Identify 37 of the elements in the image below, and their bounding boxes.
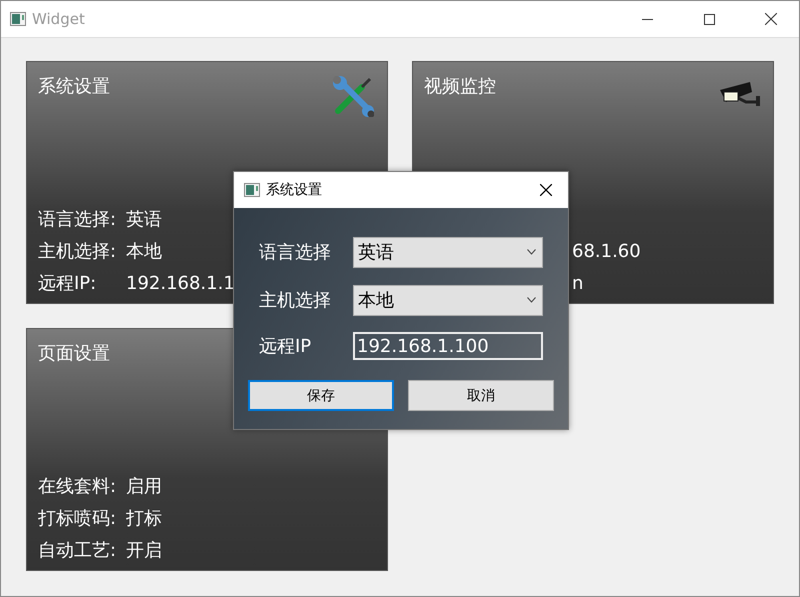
field-label: 远程IP xyxy=(259,335,312,358)
dropdown[interactable]: 英语 xyxy=(353,236,543,268)
setting-value: 启用 xyxy=(126,475,162,498)
close-icon xyxy=(540,184,552,196)
dropdown[interactable]: 本地 xyxy=(353,284,543,316)
setting-label: 在线套料: xyxy=(38,475,118,498)
field-label: 语言选择 xyxy=(259,241,332,264)
chevron-down-icon xyxy=(527,297,536,303)
setting-label: 远程IP: xyxy=(38,272,98,295)
card-title: 页面设置 xyxy=(38,342,110,365)
setting-value: 英语 xyxy=(126,208,162,231)
setting-value: 打标 xyxy=(126,507,162,530)
setting-value: 68.1.60 xyxy=(572,240,641,262)
setting-value: 本地 xyxy=(126,240,162,263)
card-title: 视频监控 xyxy=(424,75,496,98)
minimize-icon xyxy=(642,18,652,20)
card-title: 系统设置 xyxy=(38,75,110,98)
field-label: 主机选择 xyxy=(259,289,332,312)
setting-label: 打标喷码: xyxy=(38,507,118,530)
close-icon xyxy=(765,13,777,25)
setting-value: n xyxy=(572,272,584,294)
security-camera-icon xyxy=(718,80,762,108)
tools-icon xyxy=(332,75,374,117)
chevron-down-icon xyxy=(527,249,536,255)
maximize-icon xyxy=(704,14,714,24)
setting-label: 自动工艺: xyxy=(38,539,118,562)
app-icon xyxy=(244,183,260,197)
setting-label: 语言选择: xyxy=(38,208,118,231)
setting-value: 192.168.1.1 xyxy=(126,272,235,294)
app-icon xyxy=(10,12,26,26)
dialog-button[interactable]: 取消 xyxy=(408,380,554,411)
dialog-title: 系统设置 xyxy=(266,181,323,199)
setting-value: 开启 xyxy=(126,539,162,562)
dialog-button[interactable]: 保存 xyxy=(248,380,394,411)
window-title: Widget xyxy=(32,10,86,28)
input-field[interactable]: 192.168.1.100 xyxy=(353,332,543,360)
setting-label: 主机选择: xyxy=(38,240,118,263)
